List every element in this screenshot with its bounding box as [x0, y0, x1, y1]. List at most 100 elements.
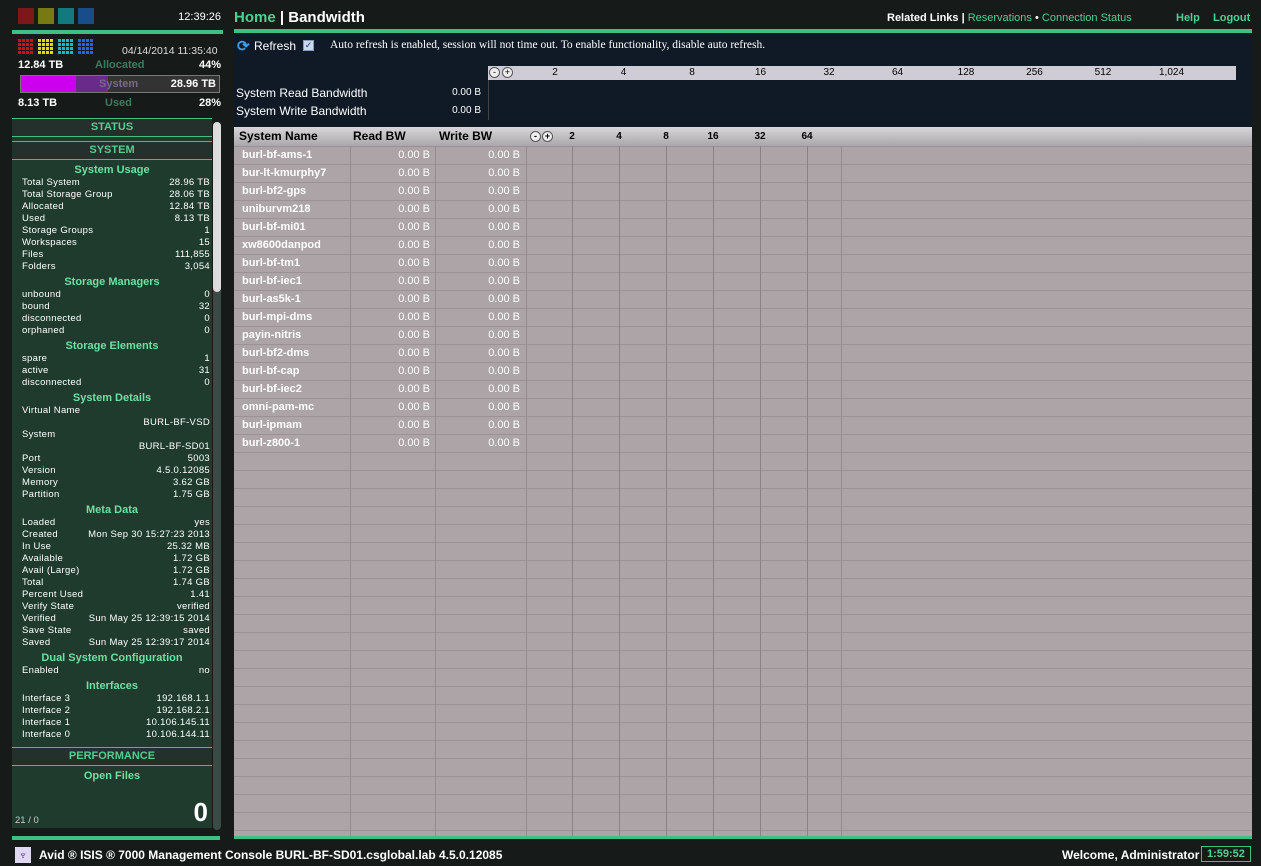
system-header[interactable]: SYSTEM — [12, 141, 212, 160]
table-row[interactable]: burl-bf2-dms 0.00 B 0.00 B — [234, 344, 526, 362]
sidebar: STATUS SYSTEM System Usage Total System 28… — [12, 118, 212, 828]
stat-value: 111,855 — [174, 249, 210, 260]
yellow-status-square[interactable] — [38, 8, 54, 24]
write-bw: 0.00 B — [488, 401, 520, 413]
write-bw: 0.00 B — [488, 293, 520, 305]
stat-row: Used 8.13 TB — [12, 213, 212, 225]
read-bw: 0.00 B — [398, 419, 430, 431]
table-row[interactable]: payin-nitris 0.00 B 0.00 B — [234, 326, 526, 344]
write-bw: 0.00 B — [488, 149, 520, 161]
used-fill — [21, 76, 77, 92]
cyan-status-square[interactable] — [58, 8, 74, 24]
performance-header[interactable]: PERFORMANCE — [12, 747, 212, 766]
stat-row: Total Storage Group 28.06 TB — [12, 189, 212, 201]
scale-tick-label: 4 — [616, 131, 622, 142]
stat-label: orphaned — [22, 325, 65, 336]
stat-row: Percent Used 1.41 — [12, 589, 212, 601]
scale-tick-label: 512 — [1094, 67, 1112, 78]
logout-link[interactable]: Logout — [1213, 12, 1250, 24]
status-header[interactable]: STATUS — [12, 118, 212, 137]
used-value: 8.13 TB — [18, 97, 58, 109]
refresh-icon[interactable]: ⟳ — [237, 37, 250, 55]
stat-row: Version 4.5.0.12085 — [12, 465, 212, 477]
table-row[interactable]: uniburvm218 0.00 B 0.00 B — [234, 200, 526, 218]
clients-table: System Name Read BW Write BW - + 2 4 8 16 32… — [234, 127, 1252, 837]
system-bandwidth-scale: - + 2 4 8 16 32 64 128 256 512 1,024 — [488, 66, 1236, 80]
stat-label: Total Storage Group — [22, 189, 113, 200]
help-link[interactable]: Help — [1176, 12, 1200, 24]
write-bw: 0.00 B — [488, 275, 520, 287]
table-row[interactable]: burl-bf-mi01 0.00 B 0.00 B — [234, 218, 526, 236]
stat-label: Save State — [22, 625, 72, 636]
stat-row: Created Mon Sep 30 15:27:23 2013 — [12, 529, 212, 541]
zoom-in-button[interactable]: + — [542, 131, 553, 142]
zoom-out-button[interactable]: - — [530, 131, 541, 142]
scale-tick-label: 4 — [620, 67, 627, 78]
stat-row: Total 1.74 GB — [12, 577, 212, 589]
refresh-label[interactable]: Refresh — [254, 39, 296, 53]
stat-label: Virtual Name — [22, 405, 81, 416]
section-title: Dual System Configuration — [41, 652, 183, 664]
scale-gridline — [572, 146, 573, 837]
open-files-ratio: 21 / 0 — [15, 815, 39, 826]
stat-label: Used — [22, 213, 46, 224]
auto-refresh-checkbox[interactable]: ✓ — [303, 40, 314, 51]
write-bw: 0.00 B — [488, 239, 520, 251]
table-row[interactable]: burl-bf-tm1 0.00 B 0.00 B — [234, 254, 526, 272]
read-bw: 0.00 B — [398, 275, 430, 287]
column-read-bw[interactable]: Read BW — [353, 129, 406, 143]
table-row[interactable]: burl-bf-iec1 0.00 B 0.00 B — [234, 272, 526, 290]
stat-label: Interface 0 — [22, 729, 71, 740]
system-read-value: 0.00 B — [452, 87, 481, 98]
stat-label: active — [22, 365, 49, 376]
column-divider — [526, 146, 527, 837]
stat-value: 12.84 TB — [169, 201, 210, 212]
read-bw: 0.00 B — [398, 203, 430, 215]
write-bw: 0.00 B — [488, 203, 520, 215]
scale-tick-label: 8 — [689, 67, 695, 78]
stat-value: 10.106.144.11 — [146, 729, 210, 740]
table-row[interactable]: bur-lt-kmurphy7 0.00 B 0.00 B — [234, 164, 526, 182]
column-write-bw[interactable]: Write BW — [439, 129, 492, 143]
stat-row: Workspaces 15 — [12, 237, 212, 249]
table-row[interactable]: burl-as5k-1 0.00 B 0.00 B — [234, 290, 526, 308]
table-row[interactable]: burl-z800-1 0.00 B 0.00 B — [234, 434, 526, 452]
system-name: burl-z800-1 — [242, 437, 301, 449]
system-write-label: System Write Bandwidth — [236, 104, 367, 118]
open-files-title: Open Files — [83, 770, 141, 782]
table-row[interactable]: xw8600danpod 0.00 B 0.00 B — [234, 236, 526, 254]
stat-row: Virtual Name — [12, 405, 212, 417]
column-system-name[interactable]: System Name — [239, 129, 318, 143]
stat-value: Sun May 25 12:39:17 2014 — [88, 637, 210, 648]
blue-status-square[interactable] — [78, 8, 94, 24]
table-row[interactable]: burl-mpi-dms 0.00 B 0.00 B — [234, 308, 526, 326]
stat-label: Interface 2 — [22, 705, 71, 716]
stat-label: unbound — [22, 289, 62, 300]
zoom-in-button[interactable]: + — [502, 67, 513, 78]
table-row[interactable]: burl-bf-cap 0.00 B 0.00 B — [234, 362, 526, 380]
stat-row: active 31 — [12, 365, 212, 377]
table-row[interactable]: omni-pam-mc 0.00 B 0.00 B — [234, 398, 526, 416]
table-row[interactable]: burl-bf-ams-1 0.00 B 0.00 B — [234, 146, 526, 164]
stat-row: orphaned 0 — [12, 325, 212, 337]
stat-value: 0 — [204, 289, 210, 300]
red-status-square[interactable] — [18, 8, 34, 24]
stat-value: 0 — [204, 377, 210, 388]
write-bw: 0.00 B — [488, 437, 520, 449]
connection-status-link[interactable]: Connection Status — [1042, 12, 1132, 24]
scale-gridline — [841, 146, 842, 837]
sidebar-scrollbar[interactable] — [213, 122, 221, 830]
reservations-link[interactable]: Reservations — [968, 12, 1032, 24]
blue-grid-icon — [78, 39, 93, 54]
table-row[interactable]: burl-bf-iec2 0.00 B 0.00 B — [234, 380, 526, 398]
home-link[interactable]: Home — [234, 9, 276, 26]
stat-row: Memory 3.62 GB — [12, 477, 212, 489]
zoom-out-button[interactable]: - — [489, 67, 500, 78]
stat-row: Partition 1.75 GB — [12, 489, 212, 501]
table-row[interactable]: burl-bf2-gps 0.00 B 0.00 B — [234, 182, 526, 200]
table-row[interactable]: burl-ipmam 0.00 B 0.00 B — [234, 416, 526, 434]
scale-tick-label: 64 — [891, 67, 904, 78]
system-write-value: 0.00 B — [452, 105, 481, 116]
section-title: System Details — [72, 392, 152, 404]
read-bw: 0.00 B — [398, 239, 430, 251]
